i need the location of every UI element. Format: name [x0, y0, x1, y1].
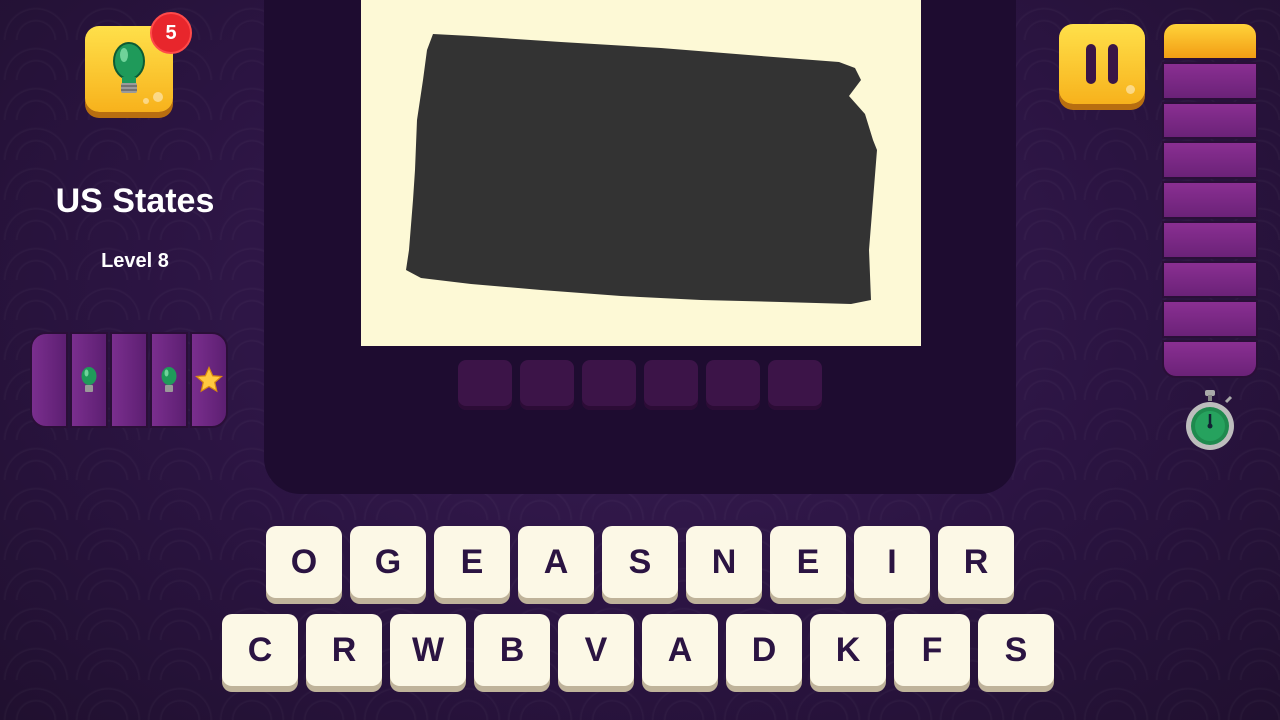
answer-slot[interactable] [644, 360, 698, 410]
timer-segment [1162, 260, 1258, 299]
timer-segment [1162, 101, 1258, 140]
lightbulb-icon [113, 42, 145, 93]
letter-key[interactable]: E [770, 526, 846, 598]
letter-key[interactable]: W [390, 614, 466, 686]
letter-key[interactable]: N [686, 526, 762, 598]
letter-key[interactable]: I [854, 526, 930, 598]
letter-key[interactable]: R [938, 526, 1014, 598]
letter-key[interactable]: K [810, 614, 886, 686]
letter-key[interactable]: S [602, 526, 678, 598]
letter-key[interactable]: O [266, 526, 342, 598]
timer-segment [1162, 340, 1258, 379]
kansas-silhouette [406, 34, 877, 304]
timer-segment [1162, 61, 1258, 100]
level-label: Level 8 [101, 250, 169, 272]
letter-key[interactable]: D [726, 614, 802, 686]
timer-segment [1162, 22, 1258, 60]
letter-key[interactable]: G [350, 526, 426, 598]
answer-slot[interactable] [458, 360, 512, 410]
hint-count-badge: 5 [150, 12, 192, 54]
letter-key[interactable]: S [978, 614, 1054, 686]
timer-segment [1162, 220, 1258, 259]
letter-key[interactable]: A [518, 526, 594, 598]
answer-slot[interactable] [768, 360, 822, 410]
answer-slot[interactable] [520, 360, 574, 410]
star-icon [194, 365, 224, 393]
level-progress-strip [30, 332, 228, 428]
keyboard-row-1: O G E A S N E I R [266, 526, 1014, 598]
letter-key[interactable]: E [434, 526, 510, 598]
letter-key[interactable]: C [222, 614, 298, 686]
category-title: US States [55, 182, 215, 220]
letter-key[interactable]: A [642, 614, 718, 686]
progress-segment [190, 332, 228, 428]
letter-key[interactable]: B [474, 614, 550, 686]
keyboard-row-2: C R W B V A D K F S [222, 614, 1054, 686]
pause-icon [1086, 44, 1096, 84]
letter-key[interactable]: R [306, 614, 382, 686]
stopwatch-icon [1186, 390, 1234, 450]
lightbulb-icon [81, 367, 97, 392]
letter-key[interactable]: V [558, 614, 634, 686]
answer-slots [458, 360, 822, 410]
progress-segment [150, 332, 188, 428]
progress-segment [70, 332, 108, 428]
lightbulb-icon [161, 367, 177, 392]
progress-segment [30, 332, 68, 428]
pause-button[interactable] [1059, 24, 1145, 104]
answer-slot[interactable] [706, 360, 760, 410]
timer-segment [1162, 181, 1258, 219]
state-picture [361, 0, 921, 346]
timer-segment [1162, 300, 1258, 339]
progress-segment [110, 332, 148, 428]
answer-slot[interactable] [582, 360, 636, 410]
letter-key[interactable]: F [894, 614, 970, 686]
timer-segment [1162, 141, 1258, 180]
timer-bar [1162, 22, 1258, 379]
